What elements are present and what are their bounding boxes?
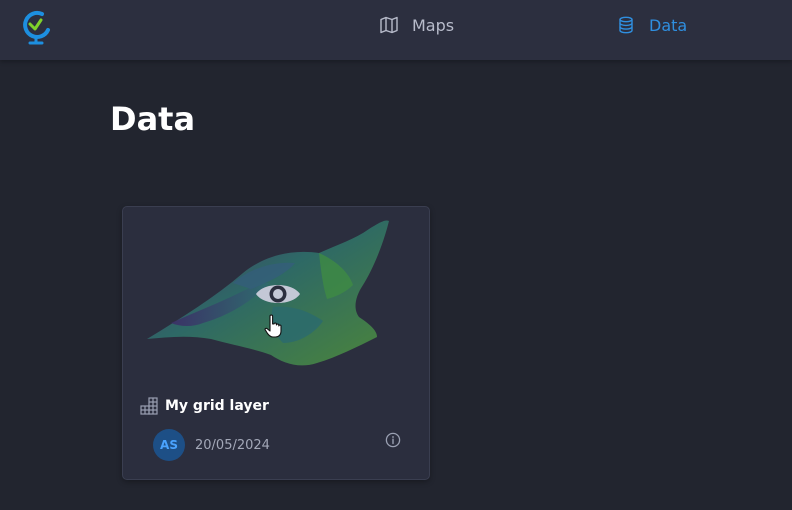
nav-item-maps-label: Maps [412,15,455,35]
nav-item-data[interactable]: Data [617,14,687,36]
hand-cursor-icon [264,314,282,338]
avatar[interactable]: AS [153,429,185,461]
logo-icon[interactable] [20,8,52,46]
layer-title-row: My grid layer [139,396,269,416]
grid-icon [140,397,158,415]
nav-item-data-label: Data [649,15,688,35]
layer-date: 20/05/2024 [195,437,270,453]
map-icon [380,16,398,34]
top-navigation-bar: Maps Data [0,0,792,60]
layer-card[interactable]: My grid layer AS 20/05/2024 [122,206,430,480]
layer-meta-row: AS 20/05/2024 [153,429,270,461]
eye-icon[interactable] [254,277,302,311]
page-title: Data [110,100,196,138]
layer-name[interactable]: My grid layer [165,398,269,414]
database-icon [619,16,633,34]
info-icon[interactable] [385,432,401,448]
nav-item-maps[interactable]: Maps [380,14,454,36]
